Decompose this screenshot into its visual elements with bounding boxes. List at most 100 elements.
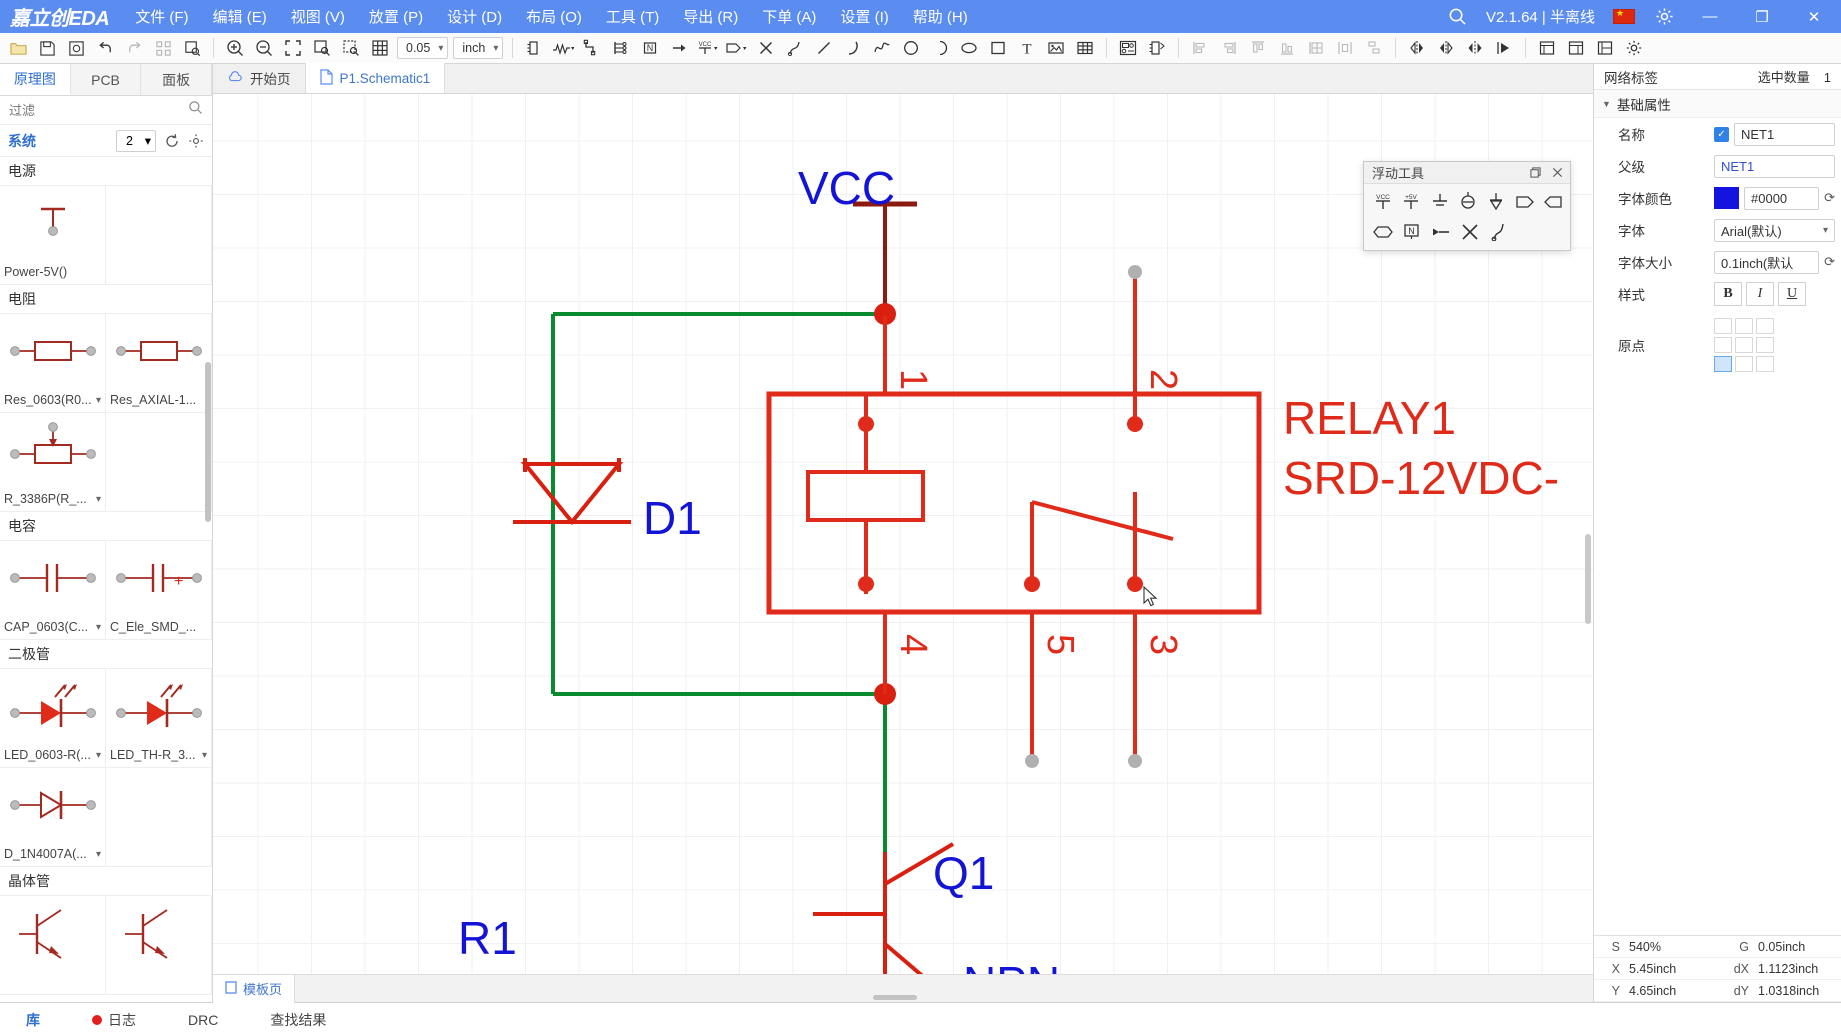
port-icon[interactable]	[723, 35, 751, 61]
category-capacitor[interactable]: 电容	[0, 512, 212, 541]
save-all-icon[interactable]	[62, 35, 90, 61]
origin-bottom-right[interactable]	[1756, 356, 1774, 372]
origin-top-center[interactable]	[1735, 318, 1753, 334]
list-item[interactable]: LED_0603-R(... ▾	[0, 669, 106, 768]
netlabel-n-icon[interactable]: N	[1399, 220, 1425, 242]
package-icon[interactable]	[1143, 35, 1171, 61]
font-color-input[interactable]: #0000	[1744, 186, 1820, 210]
no-connect-icon[interactable]	[752, 35, 780, 61]
origin-middle-right[interactable]	[1756, 337, 1774, 353]
bottom-tab-library[interactable]: 库	[0, 1003, 66, 1036]
align-center-grid-icon[interactable]	[1302, 35, 1330, 61]
unit-select[interactable]: inch ▾	[453, 37, 504, 59]
no-connect-icon[interactable]	[1457, 220, 1483, 242]
maximize-button[interactable]: ❐	[1739, 0, 1785, 33]
menu-help[interactable]: 帮助 (H)	[901, 2, 980, 31]
chevron-down-icon[interactable]: ▾	[96, 750, 101, 761]
menu-tools[interactable]: 工具 (T)	[594, 2, 671, 31]
text-icon[interactable]: T	[1013, 35, 1041, 61]
bottom-tab-find-results[interactable]: 查找结果	[244, 1003, 352, 1036]
undo-icon[interactable]	[91, 35, 119, 61]
system-count-select[interactable]: 2 ▾	[116, 129, 156, 152]
menu-view[interactable]: 视图 (V)	[279, 2, 357, 31]
tab-schematic1[interactable]: P1.Schematic1	[305, 63, 446, 93]
origin-middle-left[interactable]	[1714, 337, 1732, 353]
distribute-h-icon[interactable]	[1331, 35, 1359, 61]
list-item[interactable]: R_3386P(R_... ▾	[0, 413, 106, 512]
zoom-in-icon[interactable]	[221, 35, 249, 61]
menu-file[interactable]: 文件 (F)	[123, 2, 200, 31]
footprint-manager-icon[interactable]	[1114, 35, 1142, 61]
category-resistor[interactable]: 电阻	[0, 285, 212, 314]
rotate-icon[interactable]	[1490, 35, 1518, 61]
distribute-v-icon[interactable]	[1360, 35, 1388, 61]
list-item[interactable]: Power-5V()	[0, 186, 106, 285]
tab-schematic[interactable]: 原理图	[0, 64, 71, 95]
list-item[interactable]: CAP_0603(C... ▾	[0, 541, 106, 640]
menu-order[interactable]: 下单 (A)	[750, 2, 828, 31]
canvas-vertical-scrollbar[interactable]	[1583, 124, 1593, 946]
search-icon[interactable]	[1440, 0, 1474, 33]
plus5v-flag-icon[interactable]: +5V	[1398, 190, 1423, 212]
gear2-icon[interactable]	[1620, 35, 1648, 61]
flip-icon[interactable]	[1461, 35, 1489, 61]
chassis-ground-icon[interactable]	[1484, 190, 1509, 212]
list-item[interactable]: Res_0603(R0... ▾	[0, 314, 106, 413]
settings-panel-icon[interactable]	[1591, 35, 1619, 61]
filter-input[interactable]	[9, 102, 188, 118]
chevron-down-icon[interactable]: ▾	[96, 849, 101, 860]
language-flag-icon[interactable]	[1607, 0, 1641, 33]
menu-settings[interactable]: 设置 (I)	[828, 2, 900, 31]
mirror-v-icon[interactable]	[1403, 35, 1431, 61]
menu-place[interactable]: 放置 (P)	[357, 2, 435, 31]
ellipse-icon[interactable]	[955, 35, 983, 61]
left-panel-scrollbar[interactable]	[204, 192, 212, 1002]
menu-edit[interactable]: 编辑 (E)	[201, 2, 279, 31]
underline-button[interactable]: U	[1778, 282, 1806, 306]
category-transistor[interactable]: 晶体管	[0, 867, 212, 896]
tab-start-page[interactable]: 开始页	[213, 63, 306, 93]
fit-screen-icon[interactable]	[279, 35, 307, 61]
grid-icon[interactable]	[366, 35, 394, 61]
menu-export[interactable]: 导出 (R)	[671, 2, 750, 31]
category-power[interactable]: 电源	[0, 157, 212, 186]
line-icon[interactable]	[810, 35, 838, 61]
refresh-icon[interactable]	[164, 133, 180, 149]
list-item[interactable]: D_1N4007A(... ▾	[0, 768, 106, 867]
rectangle-icon[interactable]	[984, 35, 1012, 61]
library-scroll-area[interactable]: 电源 Power-5V() 电阻 Res_0603(R0... ▾ Res_AX…	[0, 157, 212, 1002]
zoom-select-icon[interactable]	[337, 35, 365, 61]
mirror-h-icon[interactable]	[1432, 35, 1460, 61]
table-icon[interactable]	[1071, 35, 1099, 61]
vcc-flag-icon[interactable]: VCC	[1370, 190, 1395, 212]
parent-input[interactable]: NET1	[1714, 154, 1835, 178]
reset-icon[interactable]: ⟳	[1824, 190, 1835, 206]
chevron-down-icon[interactable]: ▾	[96, 395, 101, 406]
earth-ground-icon[interactable]	[1455, 190, 1480, 212]
open-folder-icon[interactable]	[4, 35, 32, 61]
chevron-down-icon[interactable]: ▾	[96, 494, 101, 505]
canvas-horizontal-scrollbar[interactable]	[213, 992, 1593, 1002]
probe-icon[interactable]	[1486, 220, 1512, 242]
port-left-icon[interactable]	[1541, 190, 1566, 212]
scrollbar-thumb[interactable]	[873, 995, 917, 1000]
save-icon[interactable]	[33, 35, 61, 61]
origin-bottom-center[interactable]	[1735, 356, 1753, 372]
gear-icon[interactable]	[1647, 0, 1681, 33]
font-size-input[interactable]: 0.1inch(默认	[1714, 250, 1820, 274]
pin-icon[interactable]	[1428, 220, 1454, 242]
origin-middle-center[interactable]	[1735, 337, 1753, 353]
wire-icon[interactable]	[578, 35, 606, 61]
port-right-icon[interactable]	[1512, 190, 1537, 212]
bottom-tab-drc[interactable]: DRC	[162, 1003, 244, 1036]
resistor-icon[interactable]	[549, 35, 577, 61]
scrollbar-thumb[interactable]	[1585, 534, 1591, 624]
grid-size-select[interactable]: 0.05 ▾	[397, 37, 449, 59]
origin-top-left[interactable]	[1714, 318, 1732, 334]
board-icon[interactable]	[1562, 35, 1590, 61]
scrollbar-thumb[interactable]	[205, 362, 211, 522]
name-input[interactable]: NET1	[1734, 122, 1835, 146]
align-right-icon[interactable]	[1215, 35, 1243, 61]
align-top-icon[interactable]	[1244, 35, 1272, 61]
print-preview-icon[interactable]	[178, 35, 206, 61]
